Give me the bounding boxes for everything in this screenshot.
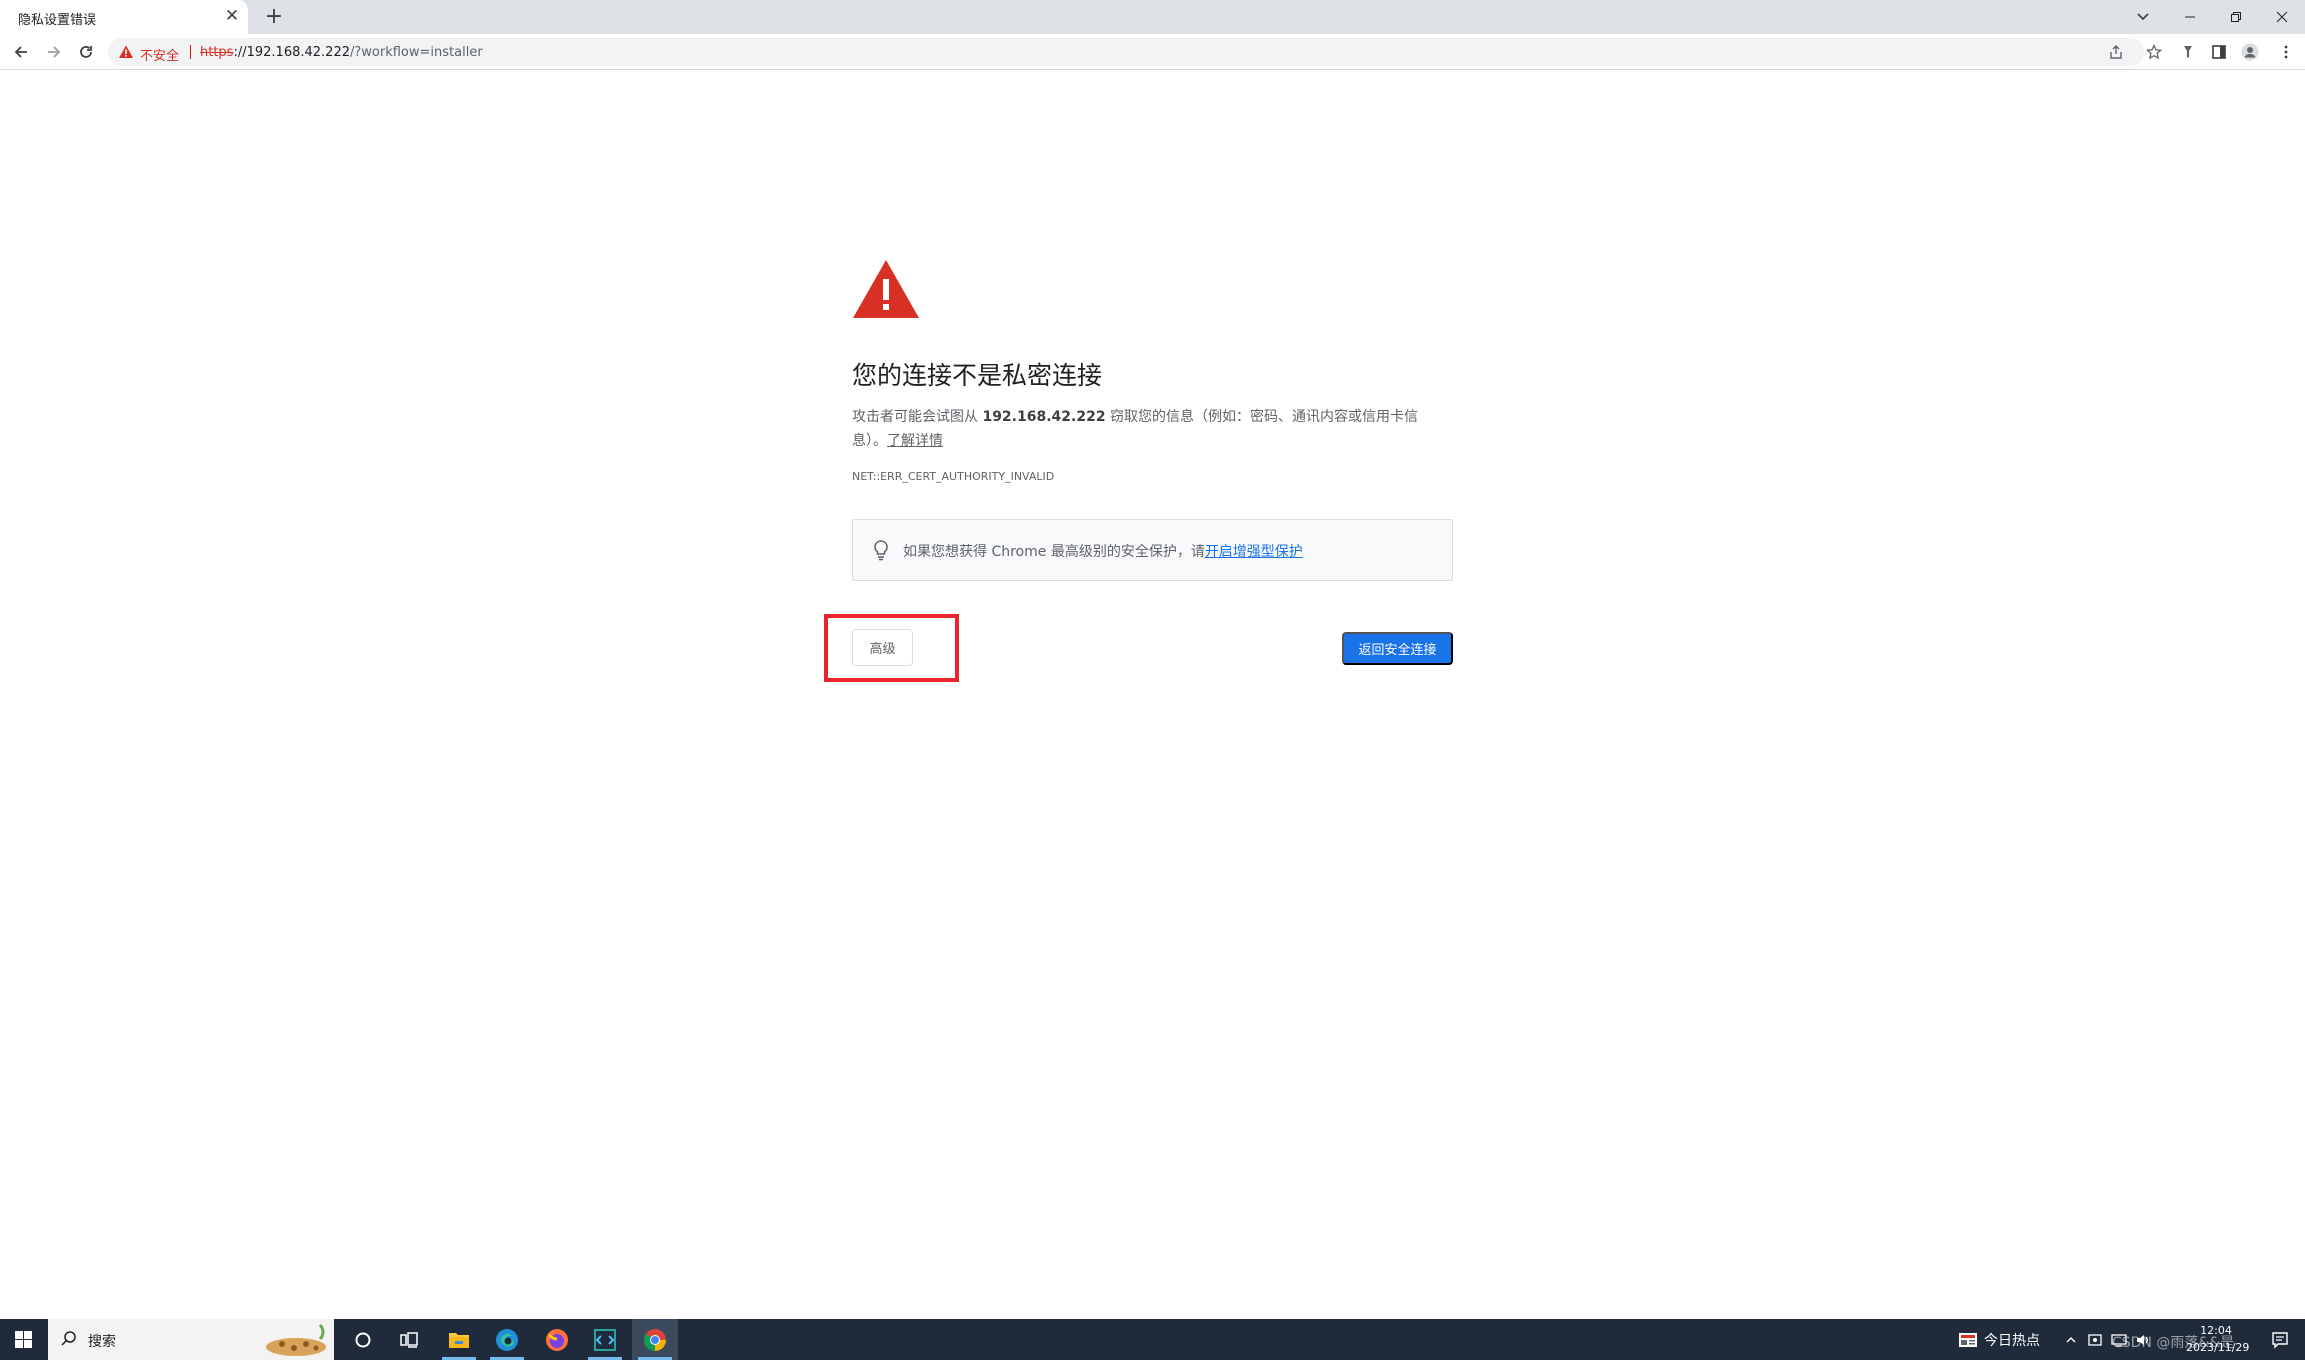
profile-button[interactable] [2238,40,2262,64]
code-icon [594,1328,616,1351]
chrome-icon [644,1328,666,1351]
forward-arrow-icon [48,46,61,58]
task-view-icon [400,1331,418,1348]
back-button[interactable] [9,40,33,64]
url-text[interactable]: https://192.168.42.222/?workflow=install… [200,45,483,60]
share-icon [2110,45,2122,59]
forward-button[interactable] [42,40,66,64]
task-view-button[interactable] [386,1319,432,1360]
share-button[interactable] [2106,42,2126,62]
minimize-button[interactable] [2167,0,2213,34]
plus-icon: + [264,4,284,29]
star-icon [2146,44,2162,60]
restore-button[interactable] [2213,0,2259,34]
reload-icon [80,46,92,58]
taskbar-code-editor[interactable] [582,1319,628,1360]
extension-icon [2184,46,2192,58]
news-icon [1959,1332,1977,1347]
search-icon [61,1331,76,1346]
reload-button[interactable] [74,40,98,64]
active-tab[interactable]: 隐私设置错误 ✕ [0,0,248,34]
back-arrow-icon [14,46,27,58]
url-host: ://192.168.42.222 [233,45,350,60]
notification-center-button[interactable] [2262,1319,2298,1360]
news-widget[interactable]: 今日热点 [1958,1319,2040,1360]
taskbar-chrome[interactable] [632,1319,678,1360]
profile-icon [2241,43,2259,61]
enhanced-protection-callout: 如果您想获得 Chrome 最高级别的安全保护，请开启增强型保护 [852,519,1453,581]
url-scheme: https [200,45,234,60]
error-code[interactable]: NET::ERR_CERT_AUTHORITY_INVALID [852,470,1054,483]
edge-icon [496,1328,518,1351]
ime-icon [2088,1333,2102,1346]
address-bar[interactable]: 不安全 https://192.168.42.222/?workflow=ins… [108,38,2162,66]
security-divider [190,45,191,59]
enhanced-protection-text: 如果您想获得 Chrome 最高级别的安全保护，请开启增强型保护 [903,541,1303,561]
side-panel-button[interactable] [2207,40,2231,64]
cortana-button[interactable] [340,1319,386,1360]
taskbar-edge[interactable] [484,1319,530,1360]
explanation-host: 192.168.42.222 [982,409,1106,425]
start-button[interactable] [0,1319,46,1360]
search-highlight-illustration [266,1323,326,1356]
explanation-before-host: 攻击者可能会试图从 [852,409,983,425]
close-window-icon [2276,11,2288,23]
url-path: /?workflow=installer [350,45,483,60]
taskbar: 搜索 今日热点 CSDN @雨落&&是 12:04 2023/11/29 [0,1319,2305,1360]
bookmark-button[interactable] [2144,42,2164,62]
security-status-label[interactable]: 不安全 [140,45,179,64]
advanced-button[interactable]: 高级 [852,629,913,666]
tab-search-button[interactable] [2131,4,2155,28]
taskbar-search-label: 搜索 [88,1334,116,1350]
menu-button[interactable] [2274,40,2298,64]
chevron-up-icon [2066,1336,2076,1342]
tab-title: 隐私设置错误 [18,13,97,28]
notification-icon [2272,1331,2288,1349]
taskbar-file-explorer[interactable] [436,1319,482,1360]
cortana-icon [355,1332,371,1347]
firefox-icon [546,1328,568,1351]
taskbar-firefox[interactable] [534,1319,580,1360]
minimize-icon [2185,16,2195,18]
warning-icon[interactable] [118,44,134,60]
explanation-text: 攻击者可能会试图从 192.168.42.222 窃取您的信息（例如：密码、通讯… [852,405,1452,453]
clock-time: 12:04 [2200,1324,2232,1337]
tray-app-button[interactable] [2086,1331,2104,1349]
restore-icon [2231,12,2241,22]
enhanced-protection-prompt: 如果您想获得 Chrome 最高级别的安全保护，请 [903,544,1205,560]
new-tab-button[interactable]: + [260,3,288,31]
windows-logo-icon [14,1331,32,1348]
taskbar-search-box[interactable]: 搜索 [48,1319,334,1360]
learn-more-link[interactable]: 了解详情 [887,433,943,449]
tab-strip: 隐私设置错误 ✕ + [0,0,2305,34]
clock-date: 2023/11/29 [2186,1341,2250,1354]
chevron-down-icon [2137,13,2149,21]
lightbulb-icon [874,540,888,561]
browser-toolbar: 不安全 https://192.168.42.222/?workflow=ins… [0,34,2305,70]
clock[interactable]: 12:04 2023/11/29 [2186,1322,2250,1356]
extensions-button[interactable] [2176,40,2200,64]
enable-enhanced-protection-link[interactable]: 开启增强型保护 [1205,544,1303,560]
close-window-button[interactable] [2259,0,2305,34]
news-label: 今日热点 [1984,1332,2040,1349]
warning-triangle-icon [853,260,919,318]
more-vert-icon [2284,45,2288,59]
back-to-safety-button[interactable]: 返回安全连接 [1342,632,1453,665]
show-hidden-icons-button[interactable] [2062,1331,2080,1349]
file-explorer-icon [449,1332,469,1348]
close-icon[interactable]: ✕ [222,6,242,26]
page-title: 您的连接不是私密连接 [852,361,1103,390]
side-panel-icon [2212,45,2226,59]
